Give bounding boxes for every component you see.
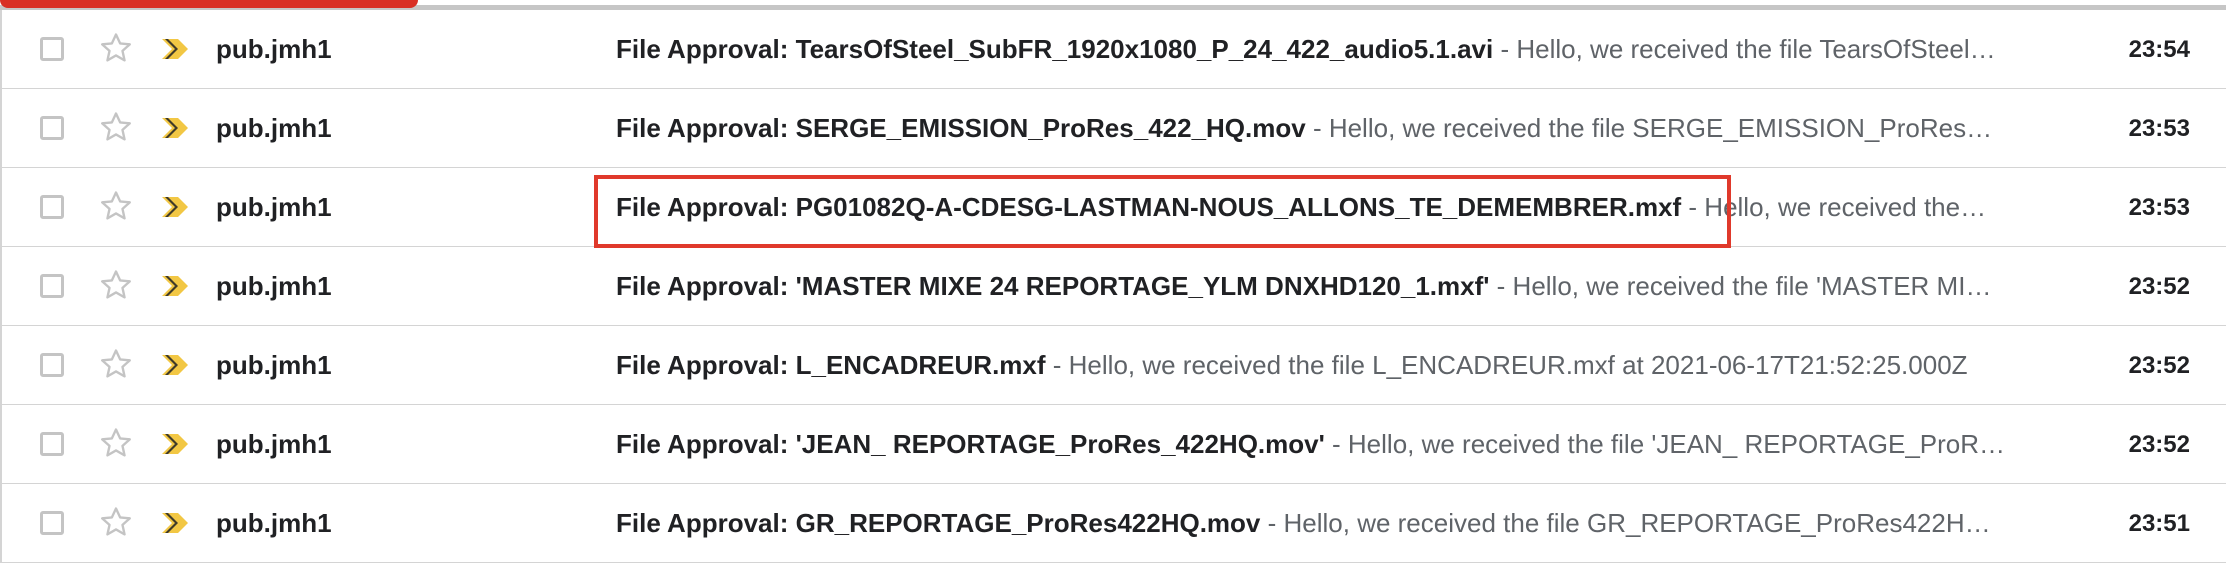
email-row[interactable]: pub.jmh1 File Approval: L_ENCADREUR.mxf … — [0, 326, 2226, 405]
select-checkbox[interactable] — [40, 511, 64, 535]
select-checkbox[interactable] — [40, 432, 64, 456]
email-time: 23:52 — [2128, 431, 2190, 458]
select-checkbox[interactable] — [40, 116, 64, 140]
email-content[interactable]: File Approval: PG01082Q-A-CDESG-LASTMAN-… — [616, 168, 1988, 247]
star-outline-icon[interactable] — [97, 345, 135, 383]
email-snippet: - Hello, we received the file GR_REPORTA… — [1260, 508, 2006, 538]
email-content[interactable]: File Approval: GR_REPORTAGE_ProRes422HQ.… — [616, 484, 2006, 563]
email-time: 23:53 — [2128, 115, 2190, 142]
important-marker-icon[interactable] — [158, 36, 192, 62]
select-checkbox[interactable] — [40, 274, 64, 298]
important-marker-icon[interactable] — [158, 115, 192, 141]
email-snippet: - Hello, we received the file TearsOfSte… — [1500, 34, 2006, 64]
email-subject: File Approval: L_ENCADREUR.mxf — [616, 350, 1046, 380]
email-subject: File Approval: TearsOfSteel_SubFR_1920x1… — [616, 34, 1494, 64]
sender-name: pub.jmh1 — [216, 350, 332, 380]
star-outline-icon[interactable] — [97, 187, 135, 225]
star-outline-icon[interactable] — [97, 424, 135, 462]
important-marker-icon[interactable] — [158, 194, 192, 220]
email-snippet: - Hello, we received the file PG01082Q-A… — [1688, 192, 1988, 222]
email-row[interactable]: pub.jmh1 File Approval: SERGE_EMISSION_P… — [0, 89, 2226, 168]
email-row[interactable]: pub.jmh1 File Approval: TearsOfSteel_Sub… — [0, 10, 2226, 89]
email-row[interactable]: pub.jmh1 File Approval: GR_REPORTAGE_Pro… — [0, 484, 2226, 563]
sender-name: pub.jmh1 — [216, 508, 332, 538]
email-content[interactable]: File Approval: SERGE_EMISSION_ProRes_422… — [616, 89, 2006, 168]
email-subject: File Approval: 'MASTER MIXE 24 REPORTAGE… — [616, 271, 1490, 301]
inbox-tab-bar — [0, 0, 2226, 10]
email-time: 23:52 — [2128, 273, 2190, 300]
email-subject: File Approval: GR_REPORTAGE_ProRes422HQ.… — [616, 508, 1261, 538]
email-list: pub.jmh1 File Approval: TearsOfSteel_Sub… — [0, 10, 2226, 563]
email-content[interactable]: File Approval: L_ENCADREUR.mxf - Hello, … — [616, 326, 2006, 405]
email-content[interactable]: File Approval: TearsOfSteel_SubFR_1920x1… — [616, 10, 2006, 89]
important-marker-icon[interactable] — [158, 510, 192, 536]
email-time: 23:53 — [2128, 194, 2190, 221]
star-outline-icon[interactable] — [97, 29, 135, 67]
important-marker-icon[interactable] — [158, 352, 192, 378]
important-marker-icon[interactable] — [158, 273, 192, 299]
select-checkbox[interactable] — [40, 37, 64, 61]
email-time: 23:51 — [2128, 510, 2190, 537]
star-outline-icon[interactable] — [97, 503, 135, 541]
email-content[interactable]: File Approval: 'MASTER MIXE 24 REPORTAGE… — [616, 247, 2006, 326]
select-checkbox[interactable] — [40, 195, 64, 219]
important-marker-icon[interactable] — [158, 431, 192, 457]
star-outline-icon[interactable] — [97, 108, 135, 146]
sender-name: pub.jmh1 — [216, 113, 332, 143]
sender-name: pub.jmh1 — [216, 34, 332, 64]
email-time: 23:52 — [2128, 352, 2190, 379]
email-snippet: - Hello, we received the file SERGE_EMIS… — [1312, 113, 2006, 143]
active-tab-indicator[interactable] — [0, 0, 418, 8]
email-snippet: - Hello, we received the file L_ENCADREU… — [1045, 350, 1968, 380]
email-row[interactable]: pub.jmh1 File Approval: PG01082Q-A-CDESG… — [0, 168, 2226, 247]
email-row[interactable]: pub.jmh1 File Approval: 'MASTER MIXE 24 … — [0, 247, 2226, 326]
email-snippet: - Hello, we received the file 'MASTER MI… — [1496, 271, 2006, 301]
email-subject: File Approval: SERGE_EMISSION_ProRes_422… — [616, 113, 1306, 143]
email-content[interactable]: File Approval: 'JEAN_ REPORTAGE_ProRes_4… — [616, 405, 2006, 484]
sender-name: pub.jmh1 — [216, 429, 332, 459]
email-snippet: - Hello, we received the file 'JEAN_ REP… — [1332, 429, 2006, 459]
email-row[interactable]: pub.jmh1 File Approval: 'JEAN_ REPORTAGE… — [0, 405, 2226, 484]
email-subject: File Approval: PG01082Q-A-CDESG-LASTMAN-… — [616, 192, 1682, 222]
email-time: 23:54 — [2128, 36, 2190, 63]
sender-name: pub.jmh1 — [216, 192, 332, 222]
star-outline-icon[interactable] — [97, 266, 135, 304]
email-subject: File Approval: 'JEAN_ REPORTAGE_ProRes_4… — [616, 429, 1325, 459]
select-checkbox[interactable] — [40, 353, 64, 377]
sender-name: pub.jmh1 — [216, 271, 332, 301]
